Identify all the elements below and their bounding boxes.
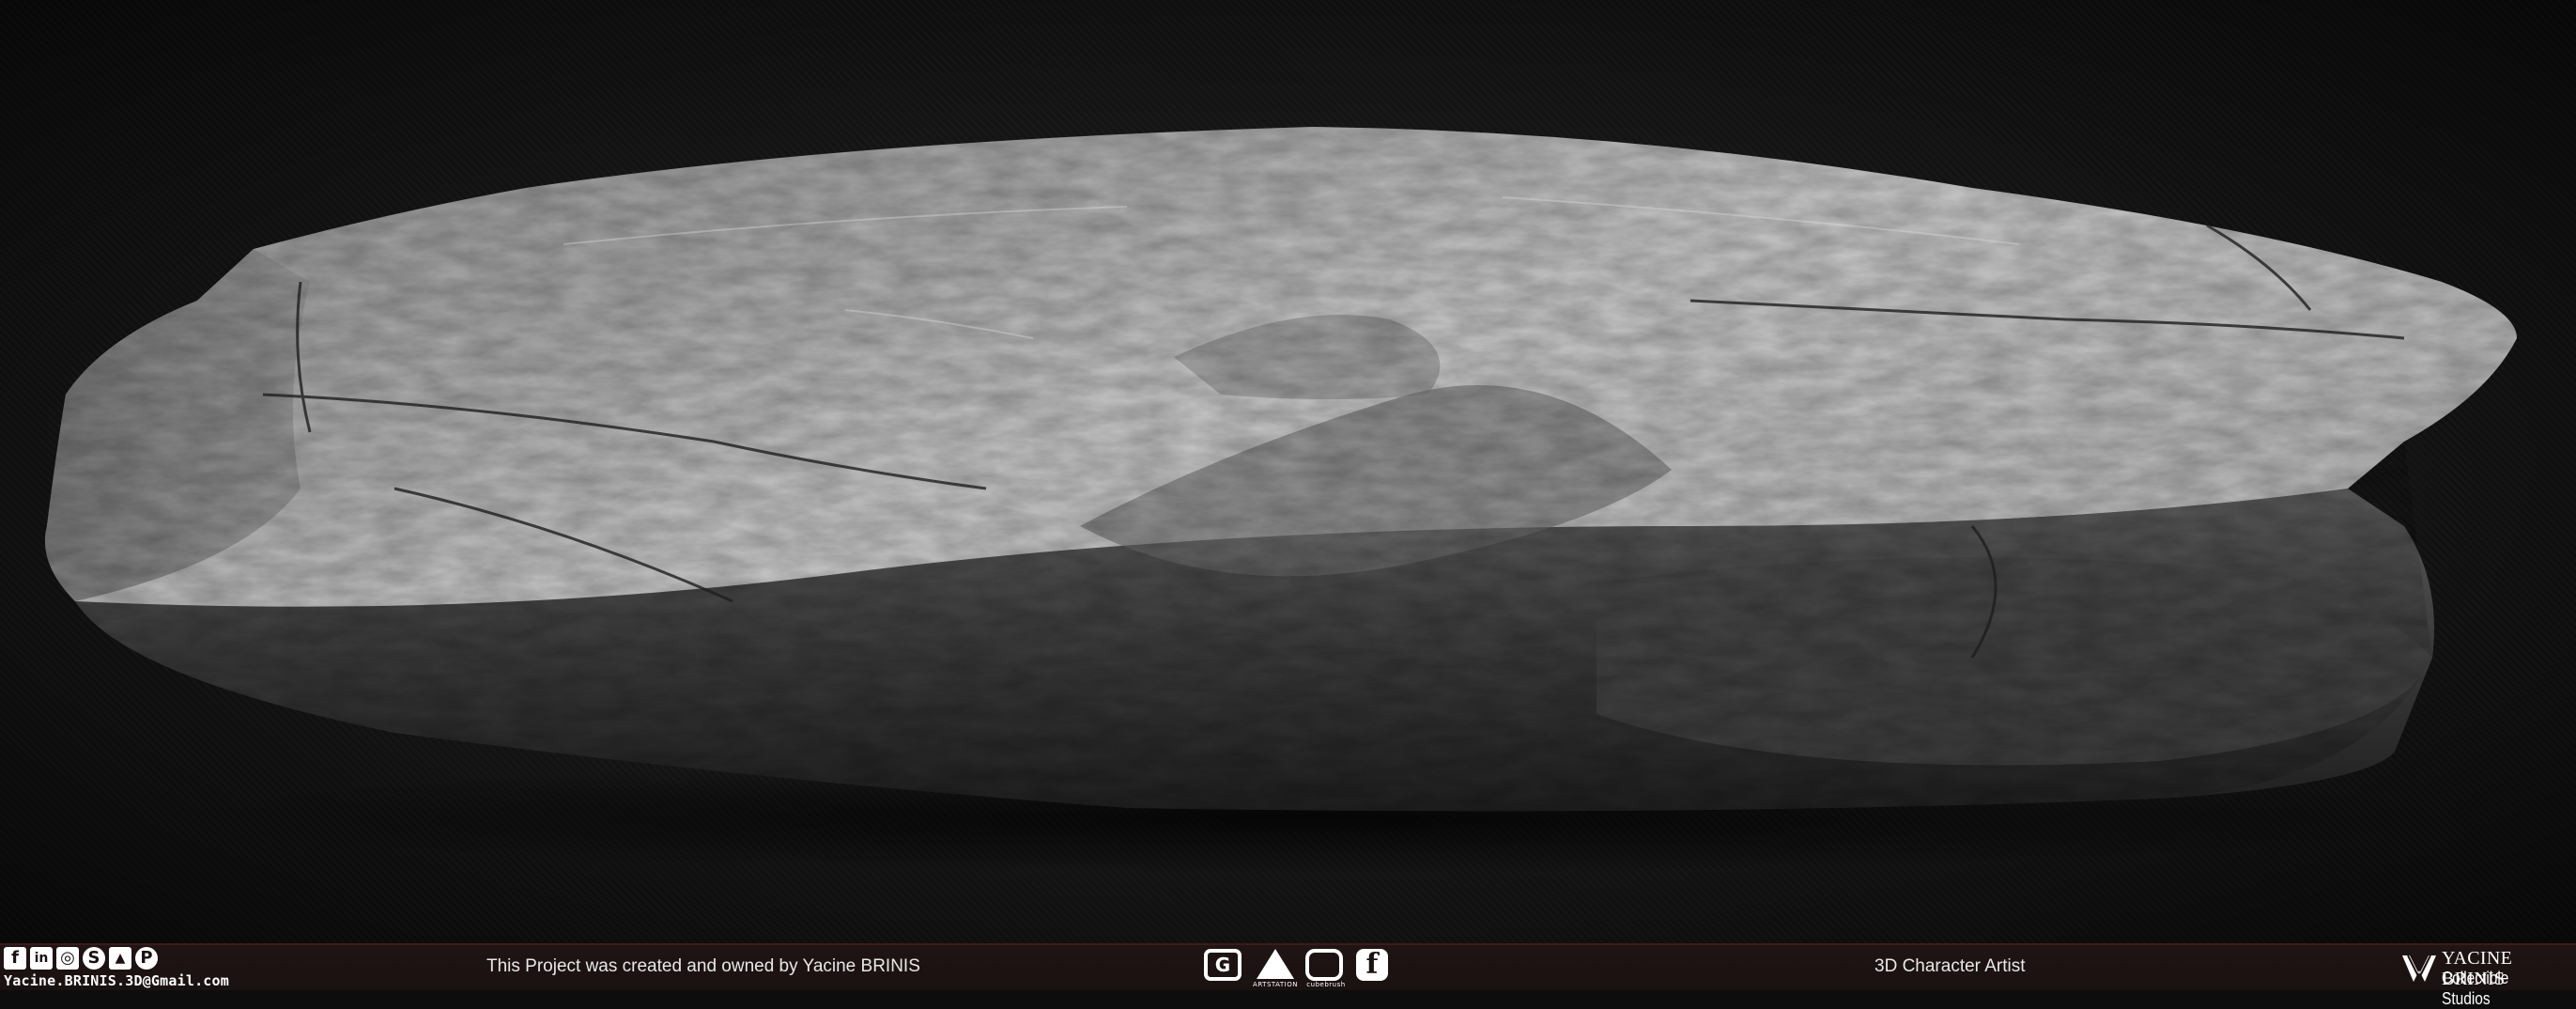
- instagram-icon[interactable]: ◎: [56, 947, 79, 970]
- render-viewport: [0, 0, 2576, 943]
- social-links: f in ◎ S ▲ P: [4, 947, 158, 970]
- pinterest-icon[interactable]: P: [135, 947, 158, 970]
- artstation-icon[interactable]: ARTSTATION: [1253, 949, 1297, 988]
- credits-footer: f in ◎ S ▲ P Yacine.BRINIS.3D@Gmail.com …: [0, 943, 2576, 1008]
- facebook-icon[interactable]: f: [4, 947, 26, 970]
- brand-logo: YACINE BRINIS Collectible Studios: [2400, 948, 2574, 1008]
- artstation-icon[interactable]: ▲: [109, 947, 131, 970]
- flippednormals-icon[interactable]: f: [1356, 949, 1397, 986]
- brand-studio: Collectible Studios: [2442, 969, 2509, 1008]
- rock-sculpt: [45, 127, 2517, 874]
- ownership-credit: This Project was created and owned by Ya…: [486, 956, 920, 976]
- skype-icon[interactable]: S: [83, 947, 105, 970]
- linkedin-icon[interactable]: in: [30, 947, 53, 970]
- gumroad-icon[interactable]: G: [1204, 949, 1245, 986]
- contact-email[interactable]: Yacine.BRINIS.3D@Gmail.com: [4, 972, 229, 989]
- yb-logo-icon: [2402, 955, 2436, 982]
- cubebrush-icon[interactable]: cubebrush: [1305, 949, 1347, 988]
- tool-logos: G ARTSTATION cubebrush f: [1204, 949, 1397, 988]
- artist-role: 3D Character Artist: [1874, 956, 2026, 976]
